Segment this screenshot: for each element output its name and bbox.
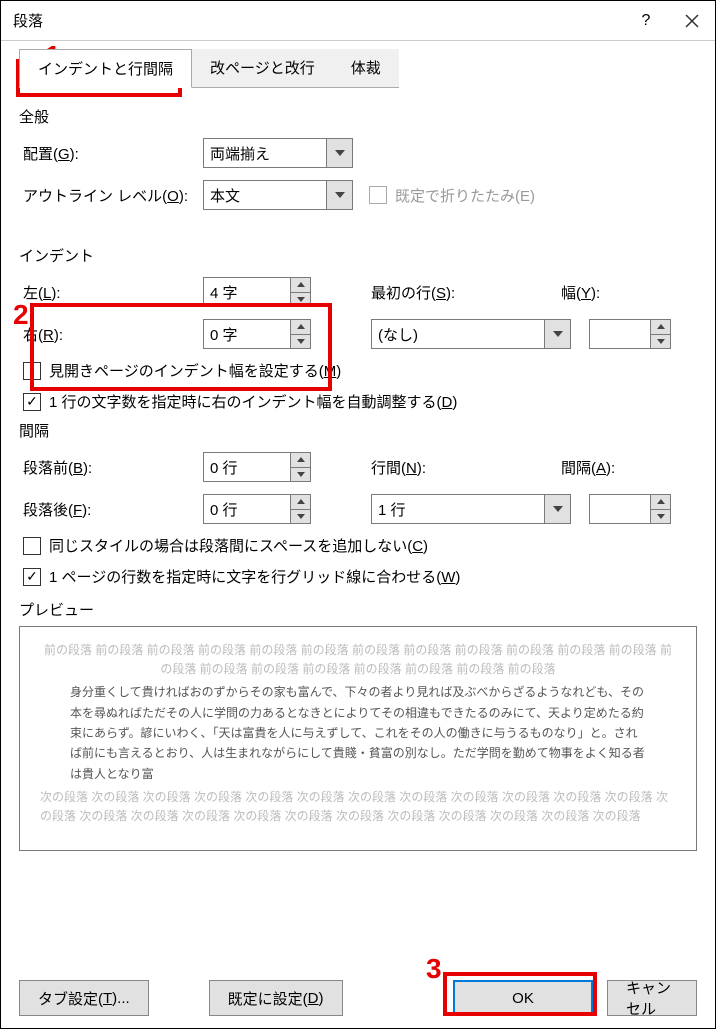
before-value: 0 行 — [204, 453, 290, 481]
section-indent: インデント — [19, 245, 697, 266]
tab-page-breaks[interactable]: 改ページと改行 — [192, 49, 333, 88]
preview-body: 身分重くして貴ければおのずからその家も富んで、下々の者より見れば及ぶべからざるよ… — [70, 682, 646, 784]
before-label: 段落前(B): — [23, 457, 203, 478]
indent-right-label: 右(R): — [23, 324, 203, 345]
dialog-title: 段落 — [13, 10, 623, 31]
tab-bar: インデントと行間隔 改ページと改行 体裁 — [19, 49, 697, 88]
after-label: 段落後(F): — [23, 499, 203, 520]
mirror-indent-label: 見開きページのインデント幅を設定する(M) — [49, 360, 341, 381]
close-icon — [685, 14, 699, 28]
alignment-label: 配置(G): — [23, 143, 203, 164]
chevron-down-icon — [544, 320, 570, 348]
collapse-label: 既定で折りたたみ(E) — [395, 185, 535, 206]
spaceval-value — [590, 495, 650, 523]
help-button[interactable]: ? — [623, 1, 669, 41]
spin-up-icon[interactable] — [291, 453, 310, 468]
spin-up-icon[interactable] — [651, 320, 670, 335]
chevron-down-icon — [326, 139, 352, 167]
outline-label: アウトライン レベル(O): — [23, 185, 203, 206]
set-default-button[interactable]: 既定に設定(D) — [209, 980, 343, 1016]
outline-select[interactable]: 本文 — [203, 180, 353, 210]
spin-down-icon[interactable] — [651, 335, 670, 349]
preview-box: 前の段落 前の段落 前の段落 前の段落 前の段落 前の段落 前の段落 前の段落 … — [19, 626, 697, 851]
mirror-indent-checkbox[interactable] — [23, 362, 41, 380]
spin-down-icon[interactable] — [291, 468, 310, 482]
spaceval-spinner[interactable] — [589, 494, 671, 524]
snapgrid-label: 1 ページの行数を指定時に文字を行グリッド線に合わせる(W) — [49, 566, 460, 587]
cancel-button[interactable]: キャンセル — [607, 980, 697, 1016]
indent-right-spinner[interactable]: 0 字 — [203, 319, 311, 349]
indent-left-value: 4 字 — [204, 278, 290, 306]
section-spacing: 間隔 — [19, 420, 697, 441]
width-value — [590, 320, 650, 348]
alignment-value: 両端揃え — [204, 143, 326, 164]
spaceval-label: 間隔(A): — [561, 457, 615, 478]
preview-next: 次の段落 次の段落 次の段落 次の段落 次の段落 次の段落 次の段落 次の段落 … — [40, 788, 676, 825]
firstline-label: 最初の行(S): — [371, 282, 531, 303]
tab-asian-typography[interactable]: 体裁 — [333, 49, 399, 88]
nospace-checkbox[interactable] — [23, 537, 41, 555]
spin-up-icon[interactable] — [291, 278, 310, 293]
linespace-select[interactable]: 1 行 — [371, 494, 571, 524]
spin-down-icon[interactable] — [291, 510, 310, 524]
alignment-select[interactable]: 両端揃え — [203, 138, 353, 168]
indent-right-value: 0 字 — [204, 320, 290, 348]
titlebar: 段落 ? — [1, 1, 715, 41]
indent-left-label: 左(L): — [23, 282, 203, 303]
spin-down-icon[interactable] — [651, 510, 670, 524]
spin-down-icon[interactable] — [291, 335, 310, 349]
section-preview: プレビュー — [19, 599, 697, 620]
spin-up-icon[interactable] — [291, 495, 310, 510]
chevron-down-icon — [326, 181, 352, 209]
ok-button[interactable]: OK — [453, 980, 593, 1016]
collapse-checkbox — [369, 186, 387, 204]
outline-value: 本文 — [204, 185, 326, 206]
spin-up-icon[interactable] — [651, 495, 670, 510]
auto-indent-checkbox[interactable]: ✓ — [23, 393, 41, 411]
after-spinner[interactable]: 0 行 — [203, 494, 311, 524]
preview-prev: 前の段落 前の段落 前の段落 前の段落 前の段落 前の段落 前の段落 前の段落 … — [40, 641, 676, 678]
indent-left-spinner[interactable]: 4 字 — [203, 277, 311, 307]
firstline-value: (なし) — [372, 324, 544, 345]
tab-indent-spacing[interactable]: インデントと行間隔 — [19, 49, 192, 88]
firstline-select[interactable]: (なし) — [371, 319, 571, 349]
width-label: 幅(Y): — [561, 282, 600, 303]
auto-indent-label: 1 行の文字数を指定時に右のインデント幅を自動調整する(D) — [49, 391, 457, 412]
linespace-value: 1 行 — [372, 499, 544, 520]
spin-down-icon[interactable] — [291, 293, 310, 307]
section-general: 全般 — [19, 106, 697, 127]
chevron-down-icon — [544, 495, 570, 523]
nospace-label: 同じスタイルの場合は段落間にスペースを追加しない(C) — [49, 535, 428, 556]
before-spinner[interactable]: 0 行 — [203, 452, 311, 482]
snapgrid-checkbox[interactable]: ✓ — [23, 568, 41, 586]
spin-up-icon[interactable] — [291, 320, 310, 335]
tab-settings-button[interactable]: タブ設定(T)... — [19, 980, 149, 1016]
width-spinner[interactable] — [589, 319, 671, 349]
after-value: 0 行 — [204, 495, 290, 523]
footer: タブ設定(T)... 既定に設定(D) OK キャンセル — [19, 980, 697, 1016]
close-button[interactable] — [669, 1, 715, 41]
linespace-label: 行間(N): — [371, 457, 531, 478]
